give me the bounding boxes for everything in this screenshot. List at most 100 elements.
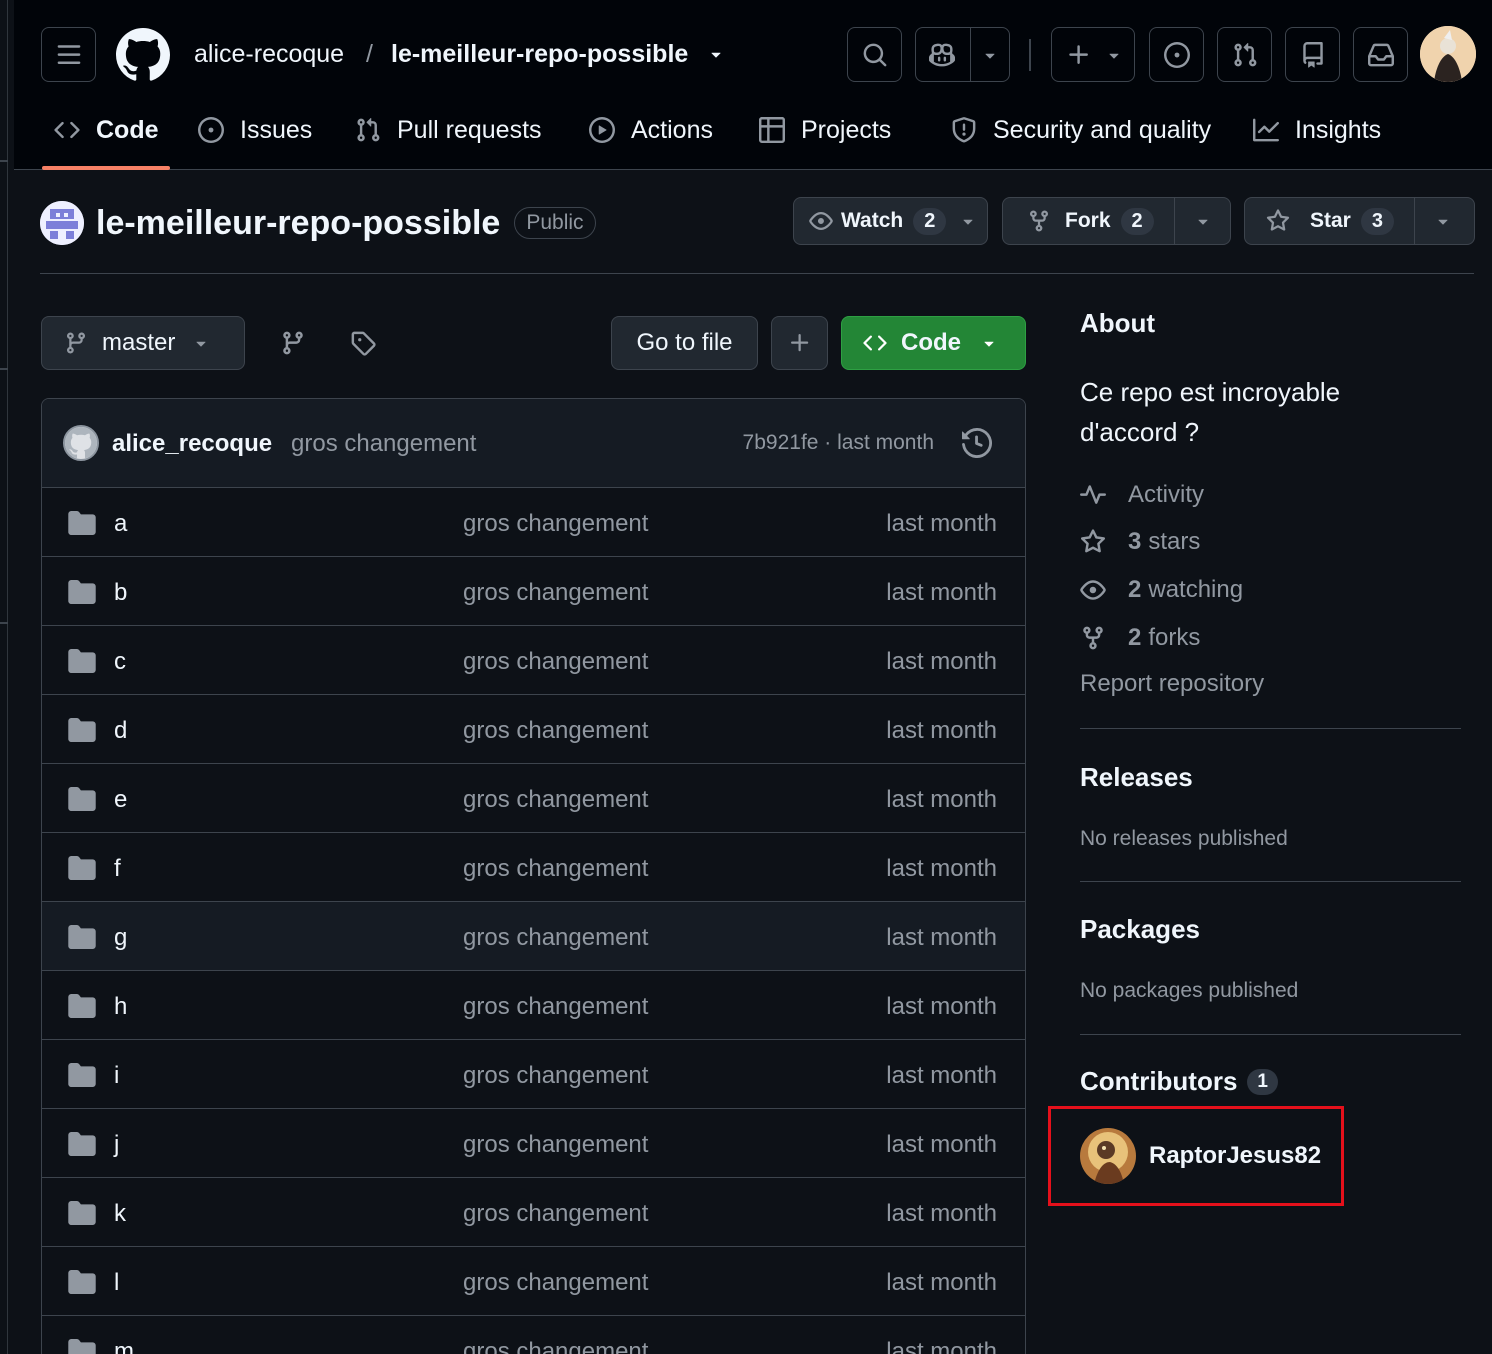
file-commit-message[interactable]: gros changement: [463, 786, 648, 814]
tab-pull-requests[interactable]: Pull requests: [355, 105, 542, 155]
tab-code[interactable]: Code: [54, 105, 159, 155]
file-commit-message[interactable]: gros changement: [463, 717, 648, 745]
triangle-down-icon[interactable]: [1193, 211, 1213, 231]
fork-button[interactable]: Fork 2: [1002, 197, 1231, 245]
forks-link[interactable]: 2 forks: [1080, 622, 1200, 654]
file-row[interactable]: b gros changement last month: [42, 557, 1025, 626]
create-new-button[interactable]: [1051, 27, 1135, 82]
pull-requests-button[interactable]: [1217, 27, 1272, 82]
repo-owner-avatar[interactable]: [40, 201, 84, 245]
file-row[interactable]: e gros changement last month: [42, 764, 1025, 833]
file-commit-message[interactable]: gros changement: [463, 1338, 648, 1354]
file-commit-message[interactable]: gros changement: [463, 993, 648, 1021]
file-name[interactable]: h: [114, 993, 127, 1021]
file-commit-message[interactable]: gros changement: [463, 855, 648, 883]
contributors-heading[interactable]: Contributors: [1080, 1066, 1237, 1097]
file-commit-time: last month: [886, 786, 997, 813]
file-name[interactable]: j: [114, 1131, 119, 1159]
file-name[interactable]: e: [114, 786, 127, 814]
file-name[interactable]: i: [114, 1062, 119, 1090]
file-name[interactable]: k: [114, 1200, 126, 1228]
search-button[interactable]: [847, 27, 902, 82]
breadcrumb-owner[interactable]: alice-recoque: [194, 38, 344, 70]
commit-message[interactable]: gros changement: [291, 430, 476, 458]
file-name[interactable]: g: [114, 924, 127, 952]
fork-label: Fork: [1065, 209, 1111, 232]
file-commit-message[interactable]: gros changement: [463, 648, 648, 676]
report-repository-link[interactable]: Report repository: [1080, 670, 1264, 698]
file-name[interactable]: b: [114, 579, 127, 607]
activity-link[interactable]: Activity: [1080, 479, 1204, 511]
tab-insights[interactable]: Insights: [1253, 105, 1381, 155]
file-name[interactable]: c: [114, 648, 126, 676]
watching-link[interactable]: 2 watching: [1080, 574, 1243, 606]
file-row[interactable]: j gros changement last month: [42, 1109, 1025, 1178]
file-directory-icon: [68, 787, 96, 811]
file-row[interactable]: m gros changement last month: [42, 1316, 1025, 1354]
code-dropdown-button[interactable]: Code: [841, 316, 1026, 370]
file-name[interactable]: f: [114, 855, 121, 883]
issues-button[interactable]: [1149, 27, 1204, 82]
tab-actions[interactable]: Actions: [589, 105, 713, 155]
history-icon[interactable]: [962, 428, 992, 458]
go-to-file-button[interactable]: Go to file: [611, 316, 758, 370]
add-file-button[interactable]: [771, 316, 828, 370]
triangle-down-icon[interactable]: [1433, 211, 1453, 231]
contributor-item[interactable]: RaptorJesus82: [1080, 1128, 1321, 1184]
file-commit-message[interactable]: gros changement: [463, 579, 648, 607]
file-row[interactable]: h gros changement last month: [42, 971, 1025, 1040]
tab-projects[interactable]: Projects: [759, 105, 891, 155]
file-name[interactable]: a: [114, 510, 127, 538]
star-button[interactable]: Star 3: [1244, 197, 1475, 245]
git-pull-request-icon: [357, 117, 380, 142]
star-count: 3: [1360, 207, 1394, 235]
repo-name[interactable]: le-meilleur-repo-possible: [96, 204, 500, 243]
branch-select-button[interactable]: master: [41, 316, 245, 370]
file-row[interactable]: a gros changement last month: [42, 488, 1025, 557]
file-row[interactable]: l gros changement last month: [42, 1247, 1025, 1316]
file-row[interactable]: d gros changement last month: [42, 695, 1025, 764]
file-commit-message[interactable]: gros changement: [463, 924, 648, 952]
file-directory-icon: [68, 718, 96, 742]
triangle-down-icon: [1109, 53, 1119, 59]
tab-security-and-quality[interactable]: Security and quality: [951, 105, 1211, 155]
watching-label: watching: [1148, 576, 1244, 603]
file-name[interactable]: m: [114, 1338, 134, 1354]
releases-heading[interactable]: Releases: [1080, 762, 1193, 793]
menu-button[interactable]: [41, 27, 96, 82]
contributor-username[interactable]: RaptorJesus82: [1149, 1142, 1321, 1170]
file-row[interactable]: i gros changement last month: [42, 1040, 1025, 1109]
file-row[interactable]: f gros changement last month: [42, 833, 1025, 902]
identicon-image: [40, 201, 84, 245]
user-avatar[interactable]: [1420, 26, 1476, 82]
copilot-button[interactable]: [915, 27, 1010, 82]
commit-sha-time[interactable]: 7b921fe · last month: [743, 431, 934, 455]
stars-link[interactable]: 3 stars: [1080, 526, 1200, 558]
commit-author[interactable]: alice_recoque: [112, 430, 272, 458]
tags-button[interactable]: [340, 320, 386, 366]
file-commit-message[interactable]: gros changement: [463, 1269, 648, 1297]
file-row[interactable]: k gros changement last month: [42, 1178, 1025, 1247]
breadcrumb-repo[interactable]: le-meilleur-repo-possible: [391, 38, 688, 70]
git-branch-icon: [66, 332, 85, 354]
inbox-button[interactable]: [1353, 27, 1408, 82]
file-commit-message[interactable]: gros changement: [463, 1062, 648, 1090]
file-row[interactable]: c gros changement last month: [42, 626, 1025, 695]
file-row[interactable]: g gros changement last month: [42, 902, 1025, 971]
file-commit-message[interactable]: gros changement: [463, 1131, 648, 1159]
github-logo-icon[interactable]: [116, 28, 170, 82]
tab-issues[interactable]: Issues: [198, 105, 312, 155]
branches-button[interactable]: [270, 320, 316, 366]
repositories-button[interactable]: [1285, 27, 1340, 82]
watch-button[interactable]: Watch 2: [793, 197, 988, 245]
file-commit-message[interactable]: gros changement: [463, 1200, 648, 1228]
commit-author-avatar[interactable]: [63, 425, 99, 461]
packages-heading[interactable]: Packages: [1080, 914, 1200, 945]
code-icon: [54, 121, 80, 139]
file-name[interactable]: l: [114, 1269, 119, 1297]
pulse-icon: [1080, 485, 1106, 504]
contributor-avatar[interactable]: [1080, 1128, 1136, 1184]
triangle-down-icon[interactable]: [706, 44, 726, 64]
file-name[interactable]: d: [114, 717, 127, 745]
file-commit-message[interactable]: gros changement: [463, 510, 648, 538]
